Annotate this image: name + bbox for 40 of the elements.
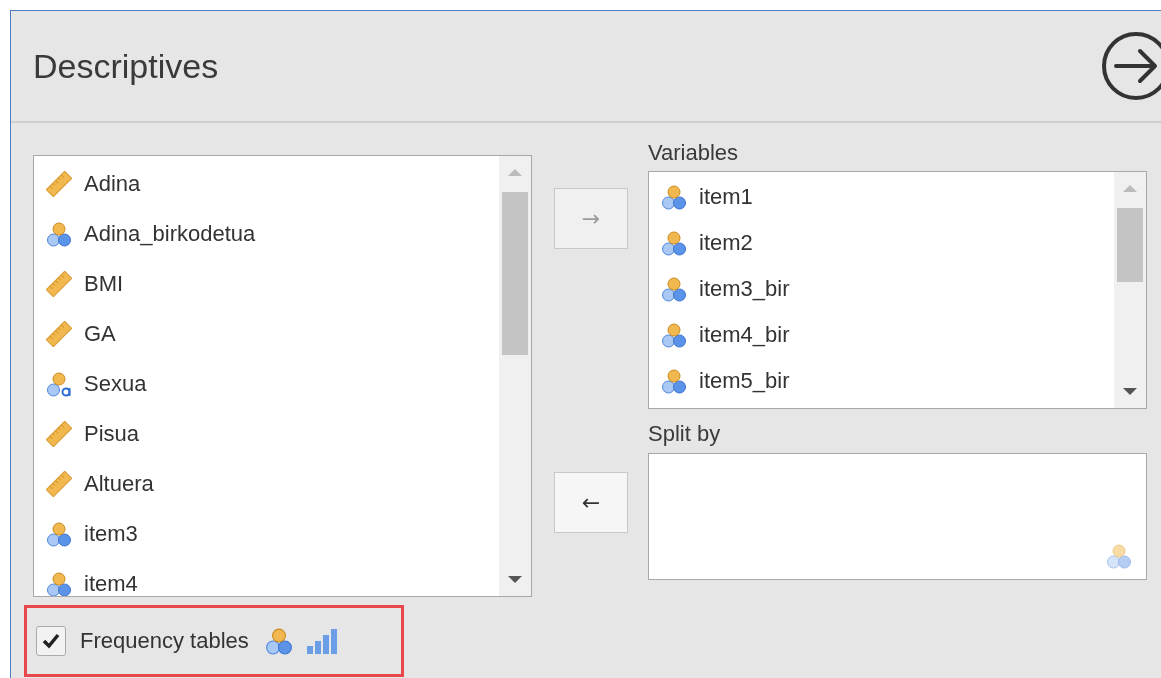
variable-item[interactable]: Sexua (34, 359, 499, 409)
circles-icon (46, 521, 72, 547)
variable-item[interactable]: Altuera (34, 459, 499, 509)
checkbox-label: Frequency tables (80, 628, 249, 654)
panel-title: Descriptives (33, 46, 219, 86)
checkmark-icon (41, 631, 61, 651)
variable-item[interactable]: BMI (34, 259, 499, 309)
split-by-field[interactable] (648, 453, 1147, 580)
split-by-label: Split by (648, 420, 722, 448)
checkbox[interactable] (36, 626, 66, 656)
scroll-up-icon[interactable] (1123, 185, 1137, 192)
variables-label: Variables (648, 139, 740, 167)
circles-icon (46, 221, 72, 247)
variable-item[interactable]: item5_bir (649, 358, 1114, 404)
variable-item[interactable]: item4_bir (649, 312, 1114, 358)
circles-icon (1106, 543, 1132, 569)
circles-icon (661, 276, 687, 302)
scroll-down-icon[interactable] (1123, 388, 1137, 395)
circles-icon (46, 371, 72, 397)
variable-item[interactable]: item4 (34, 559, 499, 596)
scroll-up-icon[interactable] (508, 169, 522, 176)
scrollbar[interactable] (499, 156, 531, 596)
scroll-down-icon[interactable] (508, 576, 522, 583)
circles-icon (661, 322, 687, 348)
scrollbar[interactable] (1114, 172, 1146, 408)
circles-icon (661, 184, 687, 210)
circles-icon (661, 230, 687, 256)
variable-item[interactable]: Adina_birkodetua (34, 209, 499, 259)
variable-item[interactable]: Adina (34, 159, 499, 209)
circles-icon (46, 571, 72, 596)
variable-item[interactable]: item1 (649, 174, 1114, 220)
variable-item[interactable]: item3_bir (649, 266, 1114, 312)
move-button[interactable]: ← (554, 472, 628, 533)
variable-item[interactable]: GA (34, 309, 499, 359)
variable-item[interactable]: item2 (649, 220, 1114, 266)
circles-icon (661, 368, 687, 394)
circles-icon (264, 627, 293, 655)
variable-item[interactable]: item3 (34, 509, 499, 559)
bar-chart-icon (306, 628, 337, 654)
variable-item[interactable]: Pisua (34, 409, 499, 459)
